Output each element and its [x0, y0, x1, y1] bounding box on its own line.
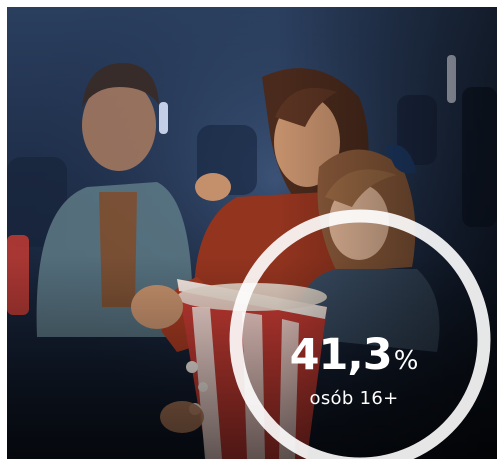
stat-value: 41,3 [289, 330, 393, 380]
stat-label: osób 16+ [309, 388, 399, 409]
stat-unit: % [393, 346, 419, 376]
stat-block: 41,3% osób 16+ [244, 330, 464, 409]
stat-card: 41,3% osób 16+ [0, 0, 502, 465]
